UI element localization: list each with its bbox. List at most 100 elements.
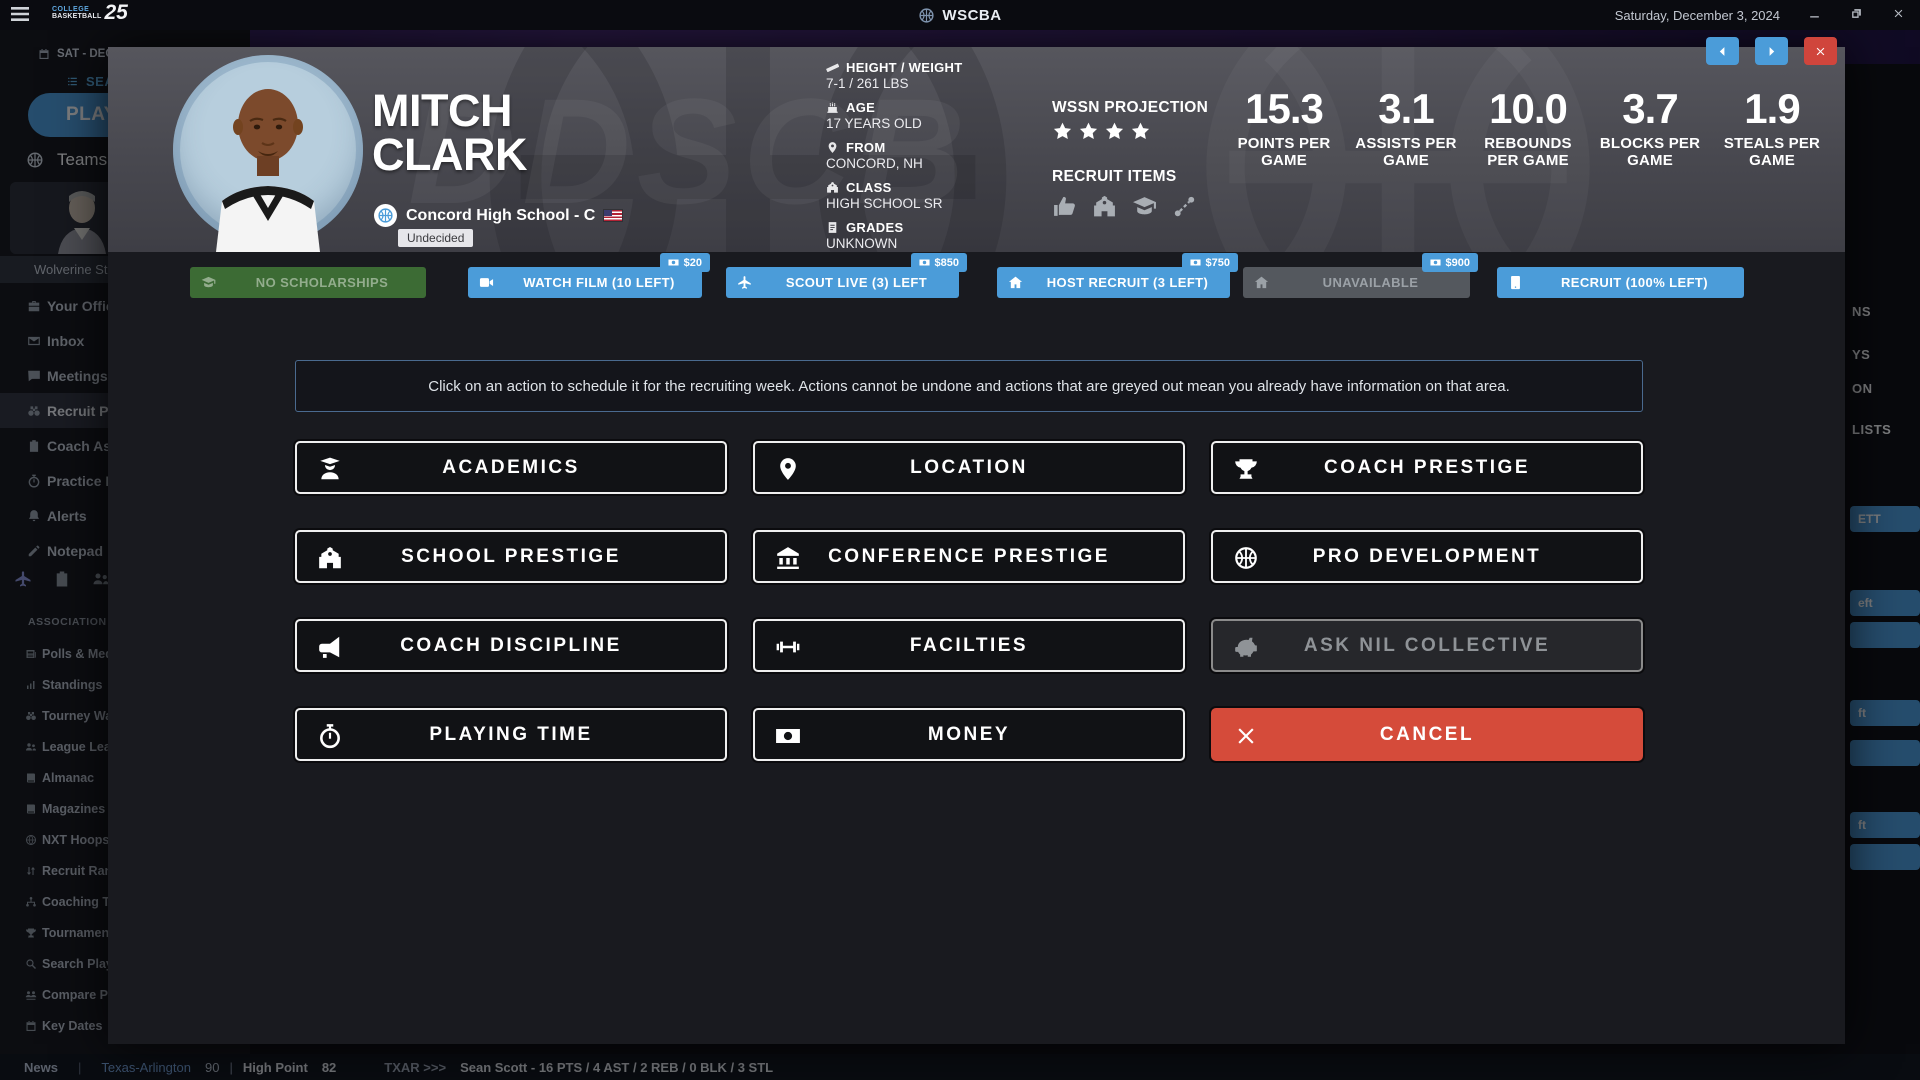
action-unavailable-button[interactable]: UNAVAILABLE$900 [1243,267,1470,298]
scouting-grid: ACADEMICS LOCATION COACH PRESTIGE SCHOOL PR… [295,441,1643,761]
player-first-name: MITCH [372,89,527,133]
grid-location-button[interactable]: LOCATION [753,441,1185,494]
grid-ask-nil-collective-button[interactable]: ASK NIL COLLECTIVE [1211,619,1643,672]
cost-value: $20 [684,257,702,269]
stat-value: 1.9 [1716,85,1828,133]
grid-button-label: FACILTIES [755,621,1183,670]
action-host-recruit-3-left-button[interactable]: HOST RECRUIT (3 LEFT)$750 [997,267,1230,298]
plane-icon[interactable] [14,570,32,588]
grid-money-button[interactable]: MONEY [753,708,1185,761]
sidebar-item-label: Magazines [42,802,105,816]
mobile-icon [1508,275,1523,290]
briefcase-icon [27,299,41,313]
away-team-link[interactable]: Texas-Arlington [101,1060,191,1075]
caret-right-icon [1765,45,1778,58]
occluded-ui-fragments: NSYSONLISTSETTeftftft [1848,30,1920,1056]
action-label: RECRUIT (100% LEFT) [1531,267,1738,298]
envelope-icon [27,334,41,348]
vital-label: AGE [846,100,875,115]
star-icon [1078,121,1099,142]
recruit-action-modal: DDSCB MITCH CLARK [108,47,1845,1044]
money-bill-icon [1430,257,1441,268]
home-team-link[interactable]: High Point [243,1060,308,1075]
chat-icon [27,369,41,383]
sidebar-item-label: Standings [42,678,102,692]
grid-school-prestige-button[interactable]: SCHOOL PRESTIGE [295,530,727,583]
grid-button-label: COACH PRESTIGE [1213,443,1641,492]
star-icon [1104,121,1125,142]
commitment-status-badge: Undecided [398,229,473,247]
money-bill-icon [668,257,679,268]
grid-button-label: PRO DEVELOPMENT [1213,532,1641,581]
sidebar-item-label: NXT Hoops [42,833,109,847]
status-bar: News | Texas-Arlington 90 | High Point 8… [0,1054,1920,1080]
occluded-button-fragment: eft [1850,590,1920,616]
previous-player-button[interactable] [1706,37,1739,65]
recruiting-actions-row: NO SCHOLARSHIPS WATCH FILM (10 LEFT)$20 SC… [108,252,1845,312]
grid-button-label: ACADEMICS [297,443,725,492]
current-date: Saturday, December 3, 2024 [1615,8,1780,23]
money-bill-icon [919,257,930,268]
calendar-icon [25,1020,37,1032]
stat-value: 3.1 [1350,85,1462,133]
player-portrait [170,59,366,252]
app-title: WSCBA [942,7,1001,24]
stopwatch-icon [27,474,41,488]
stat-label: STEALS PER GAME [1716,135,1828,170]
thumbs-up-icon [1052,194,1077,219]
newspaper-icon [25,648,37,660]
restore-button[interactable] [1848,7,1864,23]
close-modal-button[interactable] [1804,37,1837,65]
cost-badge: $750 [1182,253,1238,272]
grid-playing-time-button[interactable]: PLAYING TIME [295,708,727,761]
grid-academics-button[interactable]: ACADEMICS [295,441,727,494]
vital-value: CONCORD, NH [826,156,962,171]
modal-nav [1706,37,1837,65]
grid-cancel-button[interactable]: CANCEL [1211,708,1643,761]
school-badge [374,204,397,227]
minimize-button[interactable] [1806,7,1822,23]
graduation-cap-icon [201,275,216,290]
vital-height-weight: HEIGHT / WEIGHT7-1 / 261 LBS [826,60,962,91]
school-building-icon [826,181,839,194]
grid-facilties-button[interactable]: FACILTIES [753,619,1185,672]
action-recruit-100-left-button[interactable]: RECRUIT (100% LEFT) [1497,267,1744,298]
score-divider: | [229,1060,232,1075]
grades-icon [826,221,839,234]
grid-button-label: CONFERENCE PRESTIGE [755,532,1183,581]
close-window-button[interactable] [1890,7,1906,23]
grid-button-label: COACH DISCIPLINE [297,621,725,670]
caret-left-icon [1716,45,1729,58]
grid-coach-prestige-button[interactable]: COACH PRESTIGE [1211,441,1643,494]
grid-conference-prestige-button[interactable]: CONFERENCE PRESTIGE [753,530,1185,583]
recruit-items-label: RECRUIT ITEMS [1052,168,1208,186]
news-tab[interactable]: News [24,1060,58,1075]
cake-icon [826,101,839,114]
player-school-row: Concord High School - C [374,204,622,227]
grid-coach-discipline-button[interactable]: COACH DISCIPLINE [295,619,727,672]
school-name: Concord High School - C [406,207,595,225]
stat-points-per-game: 15.3POINTS PER GAME [1228,85,1340,170]
ticker-team: TXAR >>> [384,1060,446,1075]
star-icon [1052,121,1073,142]
action-scout-live-3-left-button[interactable]: SCOUT LIVE (3) LEFT$850 [726,267,959,298]
grid-pro-development-button[interactable]: PRO DEVELOPMENT [1211,530,1643,583]
cost-badge: $20 [660,253,710,272]
minimize-icon [1808,7,1821,20]
cost-value: $750 [1206,257,1230,269]
action-no-scholarships-button[interactable]: NO SCHOLARSHIPS [190,267,426,298]
sidebar-item-teams[interactable]: Teams [26,150,107,170]
clipboard-icon[interactable] [53,570,71,588]
action-watch-film-10-left-button[interactable]: WATCH FILM (10 LEFT)$20 [468,267,702,298]
cost-badge: $900 [1422,253,1478,272]
next-player-button[interactable] [1755,37,1788,65]
occluded-button-fragment [1850,844,1920,870]
binoculars-icon [25,710,37,722]
book-icon [25,803,37,815]
basketball-icon [918,7,935,24]
vital-from: FROMCONCORD, NH [826,140,962,171]
video-camera-icon [479,275,494,290]
player-stats: 15.3POINTS PER GAME3.1ASSISTS PER GAME10… [1228,85,1828,170]
pencil-icon [27,544,41,558]
recruit-items [1052,194,1208,219]
